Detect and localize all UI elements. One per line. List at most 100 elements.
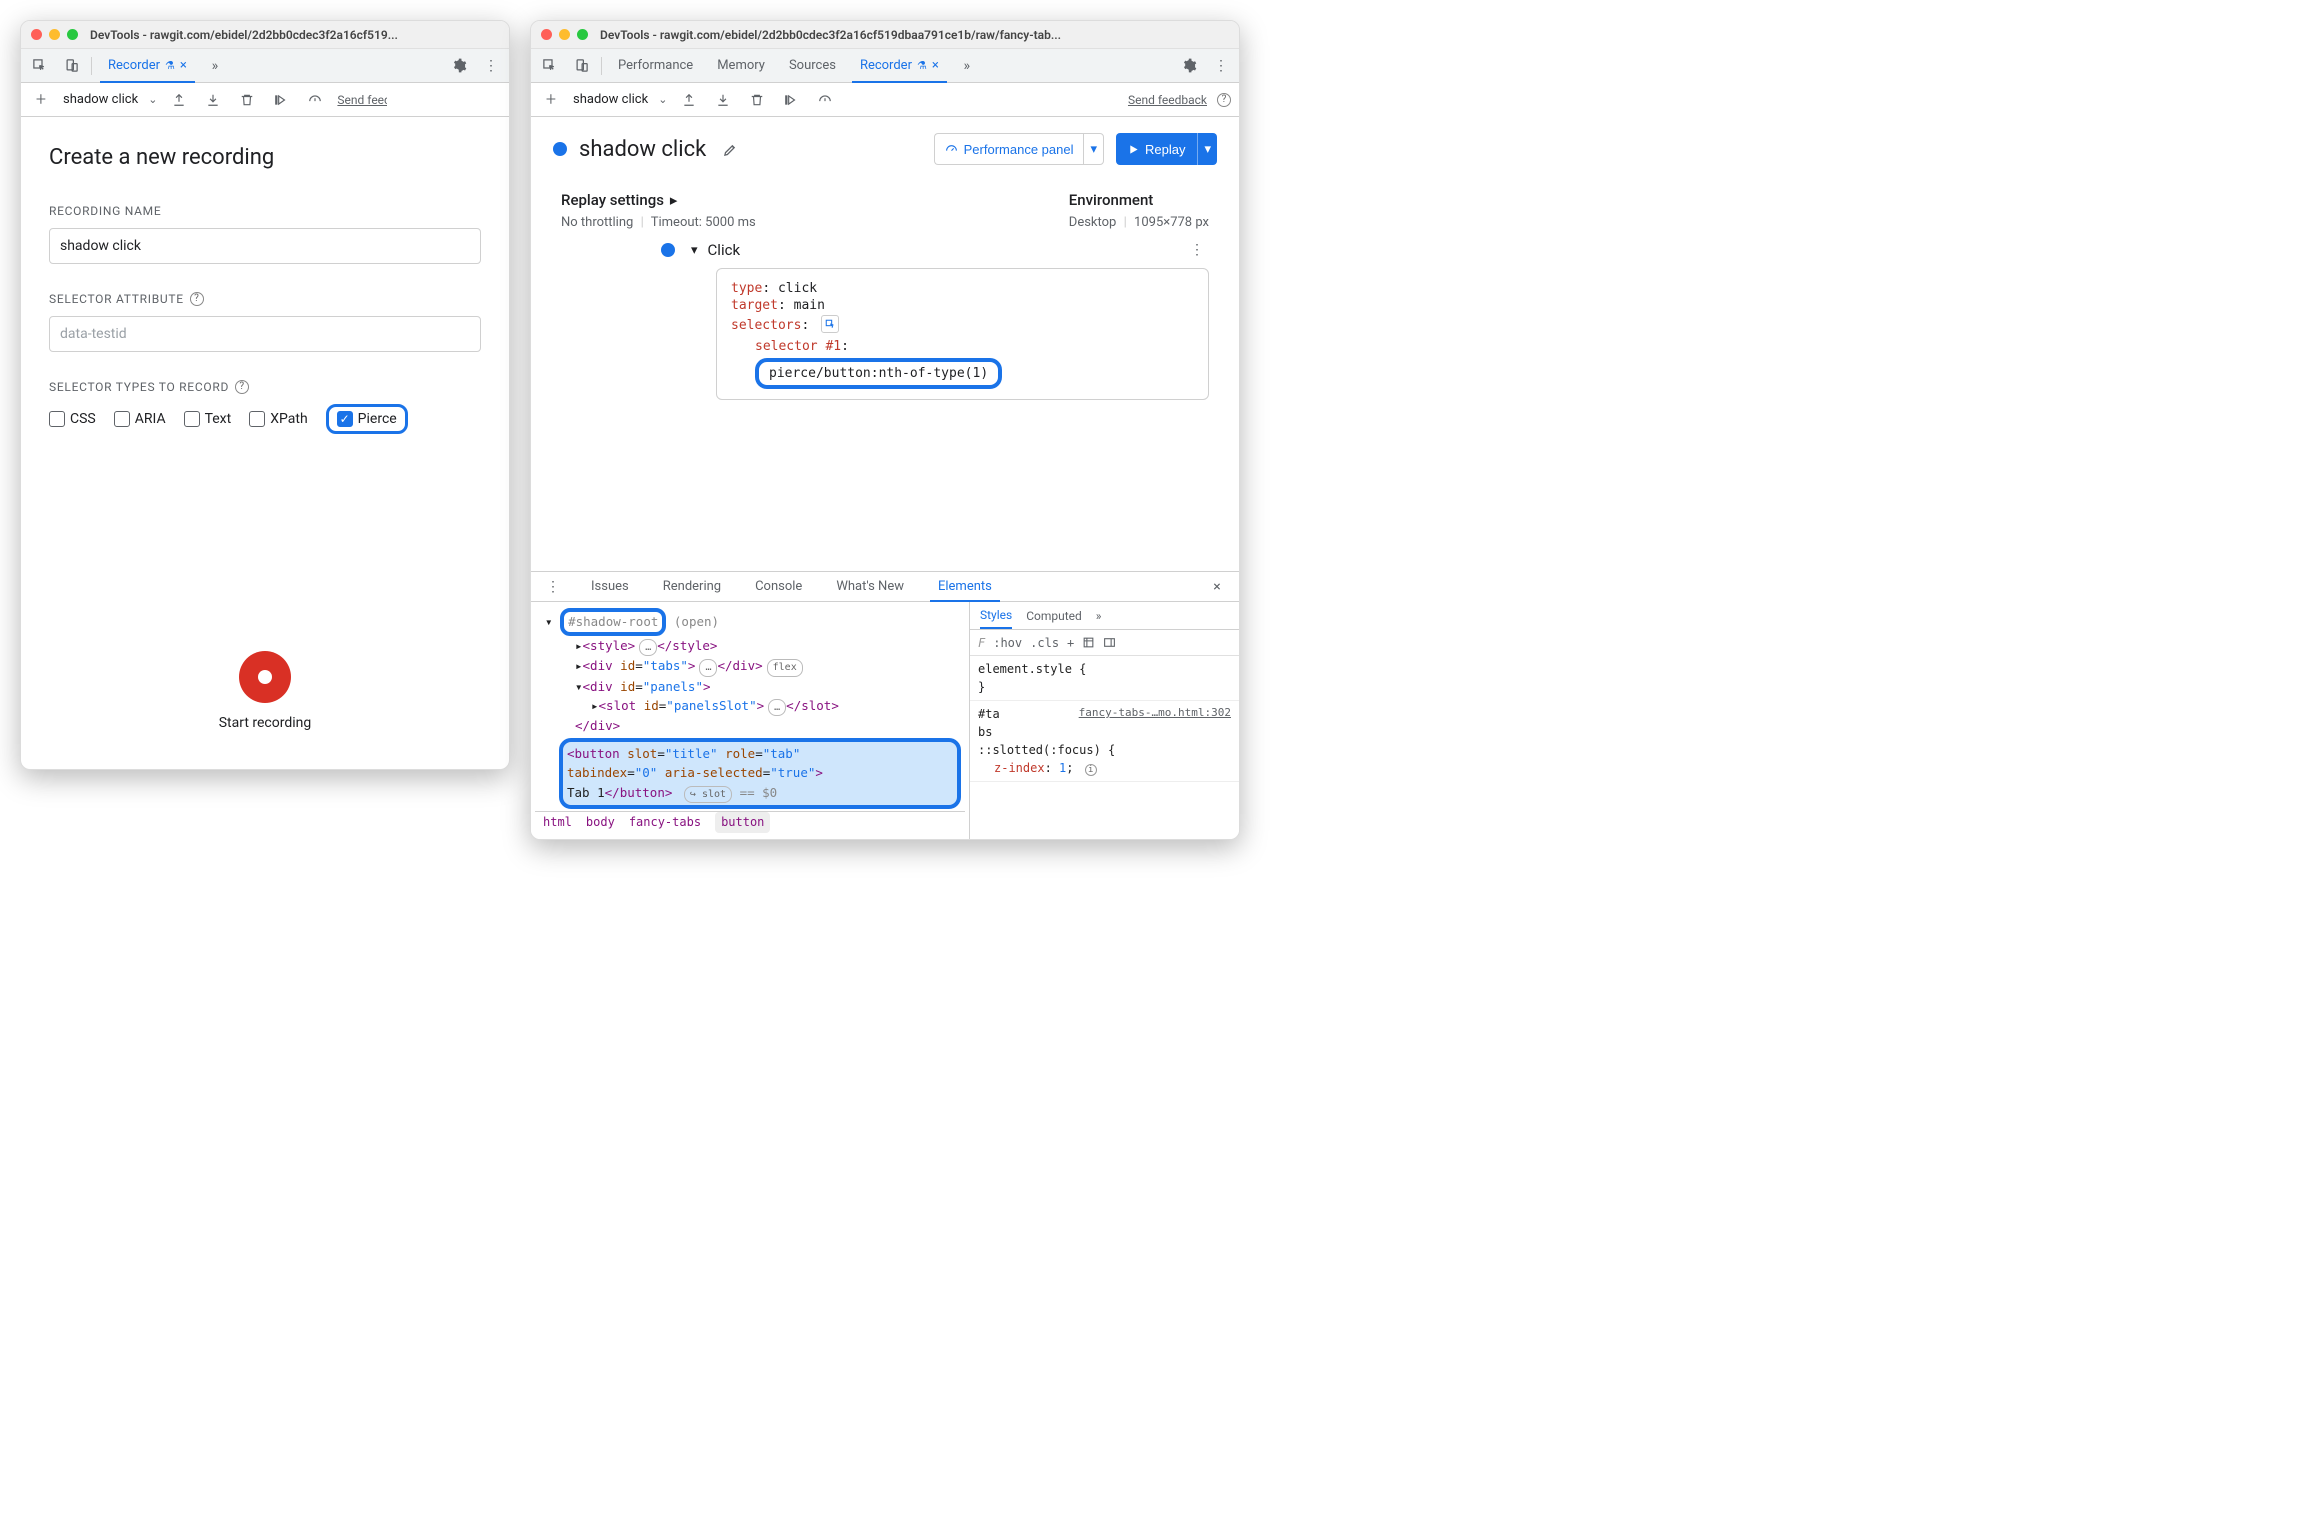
step-header[interactable]: ▾ Click ⋮ bbox=[561, 238, 1209, 262]
computed-styles-icon[interactable] bbox=[1082, 636, 1095, 649]
tab-computed[interactable]: Computed bbox=[1026, 609, 1082, 623]
inspect-icon[interactable] bbox=[537, 54, 561, 78]
styles-pane: Styles Computed » F :hov .cls + element.… bbox=[969, 602, 1239, 839]
info-icon[interactable]: i bbox=[1085, 764, 1097, 776]
chevron-down-icon[interactable]: ⌄ bbox=[658, 93, 667, 106]
tab-console[interactable]: Console bbox=[747, 572, 810, 601]
chevron-down-icon[interactable]: ⌄ bbox=[148, 93, 157, 106]
recording-name[interactable]: shadow click bbox=[63, 92, 138, 107]
send-feedback-link[interactable]: Send feedback bbox=[337, 93, 387, 107]
maximize-window-icon[interactable] bbox=[577, 29, 588, 40]
tab-performance[interactable]: Performance bbox=[610, 49, 701, 82]
tab-recorder[interactable]: Recorder ⚗︎ × bbox=[852, 50, 947, 83]
tab-recorder[interactable]: Recorder ⚗︎ × bbox=[100, 50, 195, 83]
device-toolbar-icon[interactable] bbox=[569, 54, 593, 78]
import-icon[interactable] bbox=[711, 88, 735, 112]
checkbox-css[interactable]: CSS bbox=[49, 411, 96, 427]
checkbox-xpath[interactable]: XPath bbox=[249, 411, 307, 427]
recording-name-input[interactable] bbox=[49, 228, 481, 264]
replay-settings-header[interactable]: Replay settings▸ bbox=[561, 191, 756, 209]
help-icon[interactable]: ? bbox=[190, 292, 204, 306]
drawer: ⋮ Issues Rendering Console What's New El… bbox=[531, 571, 1239, 839]
play-step-icon[interactable] bbox=[779, 88, 803, 112]
filter-input[interactable]: F bbox=[978, 636, 985, 650]
cls-button[interactable]: .cls bbox=[1030, 636, 1059, 650]
toggle-sidebar-icon[interactable] bbox=[1103, 636, 1116, 649]
window-title: DevTools - rawgit.com/ebidel/2d2bb0cdec3… bbox=[600, 28, 1061, 42]
element-style-rule[interactable]: element.style { } bbox=[970, 656, 1239, 701]
pick-element-icon[interactable] bbox=[821, 315, 839, 333]
step-container: ▾ Click ⋮ type: click target: main selec… bbox=[531, 234, 1239, 571]
close-window-icon[interactable] bbox=[31, 29, 42, 40]
devtools-right-window: DevTools - rawgit.com/ebidel/2d2bb0cdec3… bbox=[530, 20, 1240, 840]
rule-source-link[interactable]: fancy-tabs-…mo.html:302 bbox=[1079, 705, 1231, 722]
inspect-icon[interactable] bbox=[27, 54, 51, 78]
crumb-body[interactable]: body bbox=[586, 813, 615, 832]
checkbox-pierce[interactable]: ✓Pierce bbox=[337, 411, 397, 427]
crumb-button[interactable]: button bbox=[715, 812, 770, 833]
more-tabs-icon[interactable]: » bbox=[203, 54, 227, 78]
replay-button[interactable]: Replay bbox=[1116, 133, 1198, 165]
kebab-menu-icon[interactable]: ⋮ bbox=[479, 54, 503, 78]
replay-dropdown[interactable]: ▾ bbox=[1198, 133, 1217, 165]
checkbox-text[interactable]: Text bbox=[184, 411, 232, 427]
new-recording-icon[interactable]: + bbox=[29, 88, 53, 112]
tab-issues[interactable]: Issues bbox=[583, 572, 637, 601]
send-feedback-link[interactable]: Send feedback bbox=[1128, 93, 1207, 107]
step-menu-icon[interactable]: ⋮ bbox=[1185, 238, 1209, 262]
flex-badge[interactable]: flex bbox=[767, 659, 803, 677]
more-tabs-icon[interactable]: » bbox=[1096, 609, 1102, 623]
new-recording-icon[interactable]: + bbox=[539, 88, 563, 112]
slow-replay-icon[interactable] bbox=[813, 88, 837, 112]
selector-attr-input[interactable] bbox=[49, 316, 481, 352]
close-tab-icon[interactable]: × bbox=[180, 58, 187, 73]
kebab-menu-icon[interactable]: ⋮ bbox=[1209, 54, 1233, 78]
tab-memory[interactable]: Memory bbox=[709, 49, 773, 82]
tab-rendering[interactable]: Rendering bbox=[655, 572, 729, 601]
close-window-icon[interactable] bbox=[541, 29, 552, 40]
delete-icon[interactable] bbox=[745, 88, 769, 112]
close-tab-icon[interactable]: × bbox=[932, 58, 939, 73]
play-step-icon[interactable] bbox=[269, 88, 293, 112]
performance-panel-button[interactable]: Performance panel bbox=[934, 133, 1084, 165]
more-tabs-icon[interactable]: » bbox=[955, 54, 979, 78]
help-icon[interactable]: ? bbox=[235, 380, 249, 394]
crumb-fancy-tabs[interactable]: fancy-tabs bbox=[629, 813, 701, 832]
maximize-window-icon[interactable] bbox=[67, 29, 78, 40]
device-toolbar-icon[interactable] bbox=[59, 54, 83, 78]
perf-panel-dropdown[interactable]: ▾ bbox=[1083, 133, 1104, 165]
help-icon[interactable]: ? bbox=[1217, 93, 1231, 107]
breadcrumb[interactable]: html body fancy-tabs button bbox=[535, 811, 965, 833]
record-icon[interactable] bbox=[239, 651, 291, 703]
selector-value-highlight[interactable]: pierce/button:nth-of-type(1) bbox=[755, 358, 1002, 389]
drawer-menu-icon[interactable]: ⋮ bbox=[541, 575, 565, 599]
crumb-html[interactable]: html bbox=[543, 813, 572, 832]
close-drawer-icon[interactable]: × bbox=[1205, 575, 1229, 599]
tab-styles[interactable]: Styles bbox=[980, 602, 1012, 629]
settings-icon[interactable] bbox=[1177, 54, 1201, 78]
minimize-window-icon[interactable] bbox=[559, 29, 570, 40]
tab-sources[interactable]: Sources bbox=[781, 49, 844, 82]
tab-label: Recorder bbox=[108, 58, 160, 73]
css-rule[interactable]: fancy-tabs-…mo.html:302 #tabs ::slotted(… bbox=[970, 701, 1239, 782]
settings-icon[interactable] bbox=[447, 54, 471, 78]
export-icon[interactable] bbox=[167, 88, 191, 112]
start-recording-label: Start recording bbox=[49, 715, 481, 731]
checkbox-aria[interactable]: ARIA bbox=[114, 411, 166, 427]
new-rule-icon[interactable]: + bbox=[1067, 636, 1074, 650]
slow-replay-icon[interactable] bbox=[303, 88, 327, 112]
minimize-window-icon[interactable] bbox=[49, 29, 60, 40]
elements-tree[interactable]: ▾ #shadow-root (open) ▸<style>…</style> … bbox=[531, 602, 969, 839]
window-title: DevTools - rawgit.com/ebidel/2d2bb0cdec3… bbox=[90, 28, 398, 42]
hov-button[interactable]: :hov bbox=[993, 636, 1022, 650]
recorder-toolbar: + shadow click ⌄ Send feedback bbox=[21, 83, 509, 117]
import-icon[interactable] bbox=[201, 88, 225, 112]
tab-elements[interactable]: Elements bbox=[930, 573, 1000, 602]
step-detail-box: type: click target: main selectors: sele… bbox=[716, 268, 1209, 400]
slot-badge[interactable]: ↪ slot bbox=[684, 786, 732, 804]
edit-title-icon[interactable] bbox=[718, 137, 742, 161]
delete-icon[interactable] bbox=[235, 88, 259, 112]
recording-name[interactable]: shadow click bbox=[573, 92, 648, 107]
tab-whats-new[interactable]: What's New bbox=[828, 572, 912, 601]
export-icon[interactable] bbox=[677, 88, 701, 112]
